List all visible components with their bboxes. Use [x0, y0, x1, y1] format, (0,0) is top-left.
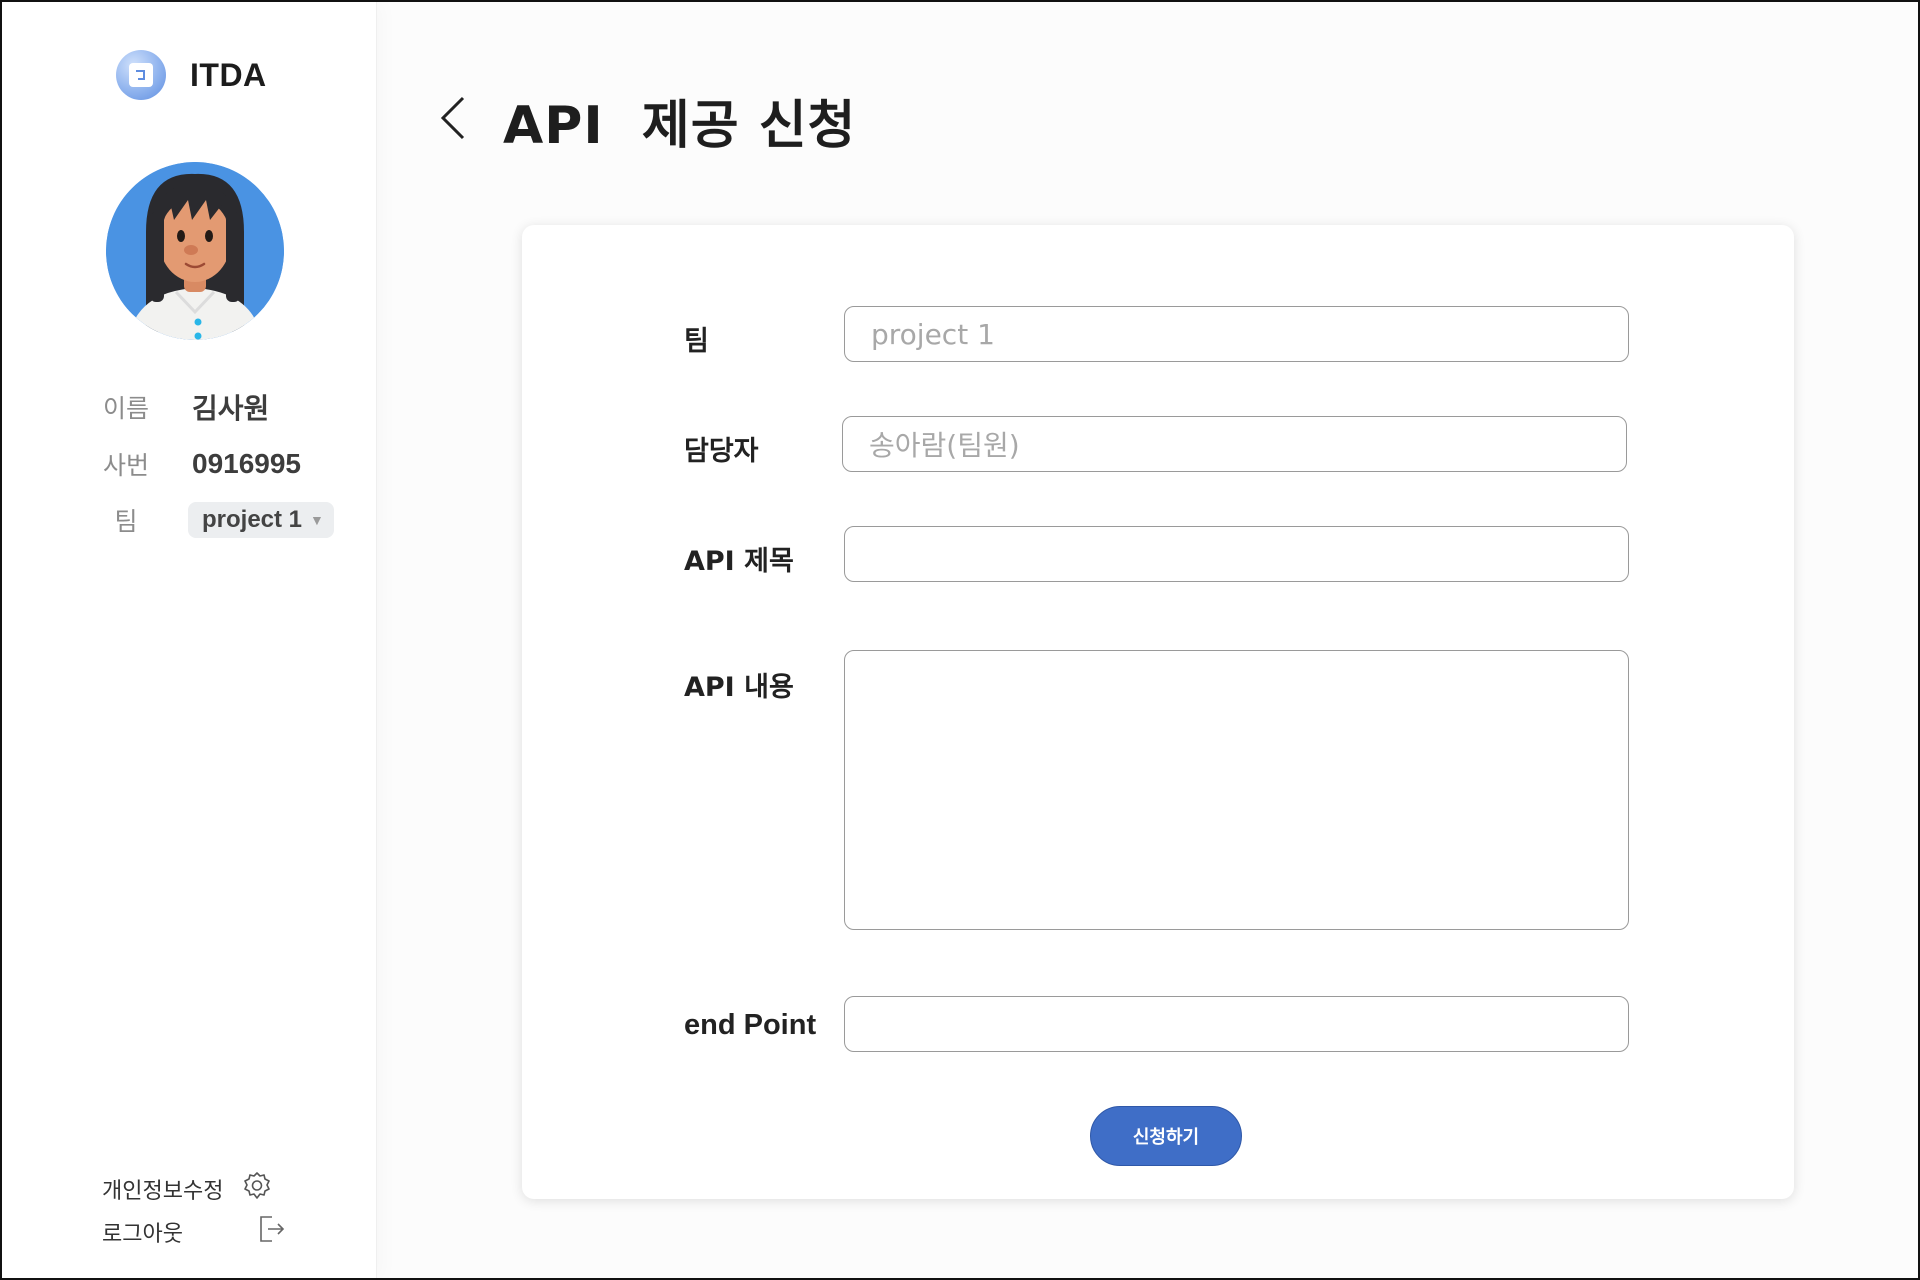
logout-label: 로그아웃: [102, 1222, 183, 1247]
profile-team-row: 팀 project 1 ▼: [78, 500, 334, 540]
brand[interactable]: ITDA: [116, 50, 267, 100]
name-label: 이름: [102, 394, 149, 423]
team-field-label: 팀: [684, 326, 709, 357]
logout-icon: [255, 1213, 287, 1251]
team-select[interactable]: project 1 ▼: [188, 502, 334, 538]
team-select-value: project 1: [202, 506, 303, 533]
name-value: 김사원: [192, 392, 270, 425]
team-field-placeholder: project 1: [871, 317, 995, 351]
back-button[interactable]: [433, 90, 473, 150]
app-window: ITDA 이름 김사원 사번 0916995 팀 project 1 ▼ 개인정…: [0, 0, 1920, 1280]
manager-field-placeholder: 송아람(팀원): [869, 429, 1020, 462]
manager-field[interactable]: 송아람(팀원): [842, 416, 1627, 472]
api-title-label: API 제목: [684, 546, 794, 577]
brand-name: ITDA: [190, 56, 267, 93]
endpoint-input[interactable]: [871, 1009, 1602, 1039]
api-content-field[interactable]: [844, 650, 1629, 930]
logout-link[interactable]: 로그아웃: [102, 1214, 287, 1250]
main-content: API 제공 신청 팀 project 1 담당자 송아람(팀원) API 제목…: [378, 2, 1918, 1278]
avatar: [106, 162, 284, 340]
itda-logo-icon: [116, 50, 166, 100]
team-field[interactable]: project 1: [844, 306, 1629, 362]
endpoint-field[interactable]: [844, 996, 1629, 1052]
api-title-field[interactable]: [844, 526, 1629, 582]
api-content-label: API 내용: [684, 672, 794, 703]
api-request-form: 팀 project 1 담당자 송아람(팀원) API 제목 API 내용 en…: [522, 225, 1794, 1199]
endpoint-label: end Point: [684, 1009, 817, 1041]
chevron-left-icon: [439, 95, 467, 145]
team-label: 팀: [114, 507, 138, 536]
gear-icon: [241, 1170, 273, 1208]
sidebar: ITDA 이름 김사원 사번 0916995 팀 project 1 ▼ 개인정…: [2, 2, 377, 1278]
page-title: API 제공 신청: [503, 95, 857, 156]
page-header: API 제공 신청: [433, 80, 856, 160]
profile-name-row: 이름 김사원: [78, 387, 269, 427]
emp-value: 0916995: [192, 448, 302, 479]
submit-button[interactable]: 신청하기: [1090, 1106, 1242, 1166]
edit-profile-link[interactable]: 개인정보수정: [102, 1171, 273, 1207]
profile-emp-row: 사번 0916995: [78, 444, 301, 484]
api-title-input[interactable]: [871, 539, 1602, 569]
edit-profile-label: 개인정보수정: [102, 1179, 224, 1204]
emp-label: 사번: [102, 451, 149, 480]
manager-field-label: 담당자: [684, 436, 759, 467]
caret-down-icon: ▼: [310, 512, 324, 528]
api-content-textarea[interactable]: [871, 667, 1602, 907]
